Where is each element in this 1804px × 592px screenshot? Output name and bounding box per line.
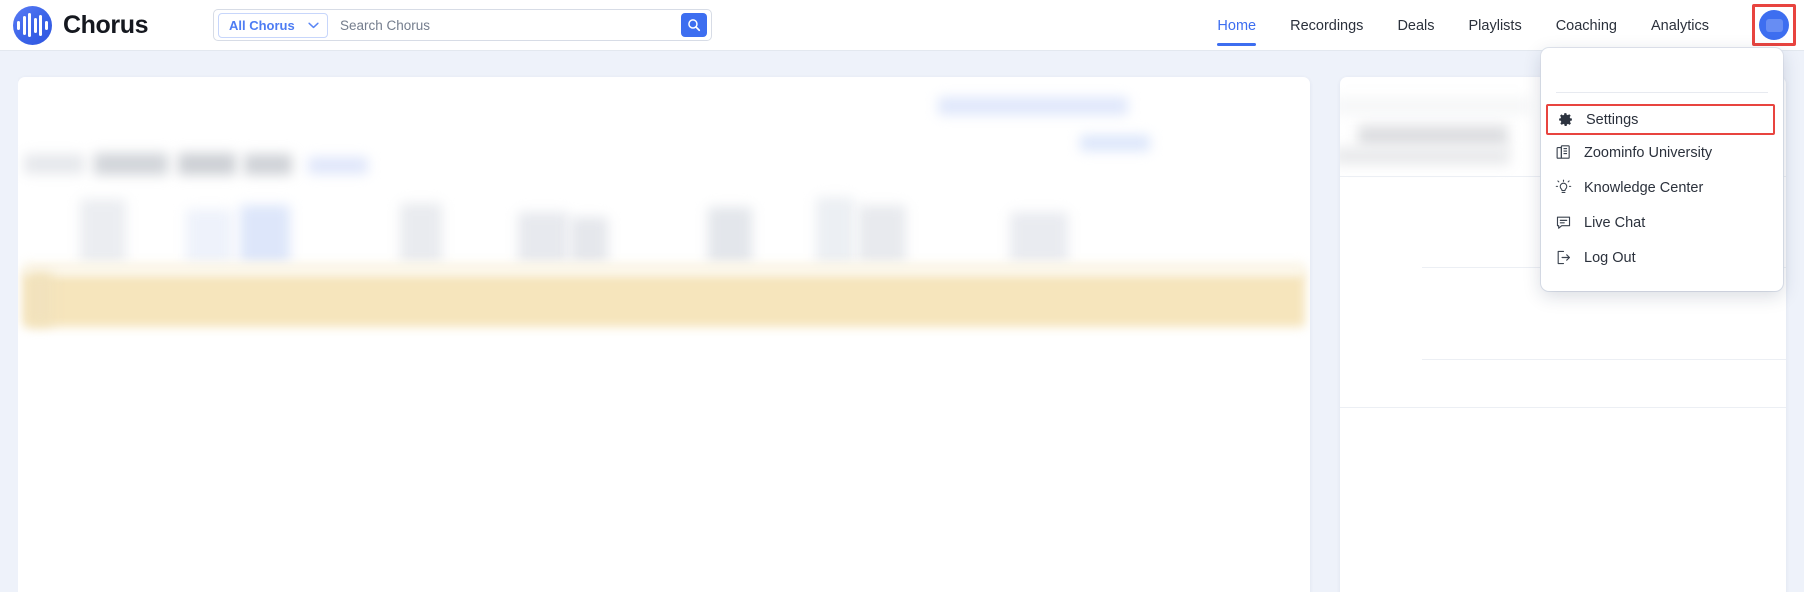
building-icon [1553, 143, 1573, 163]
main-content-panel [18, 77, 1310, 592]
gear-icon [1555, 110, 1575, 130]
nav-item-recordings[interactable]: Recordings [1273, 0, 1380, 51]
search-scope-dropdown[interactable]: All Chorus [218, 12, 328, 38]
logout-icon [1553, 248, 1573, 268]
menu-header-space [1541, 48, 1783, 92]
account-dropdown-menu: Settings Zoominfo University Knowledge C… [1541, 48, 1783, 291]
left-gutter [0, 51, 18, 592]
nav-label: Playlists [1468, 17, 1522, 34]
lightbulb-icon [1553, 178, 1573, 198]
blurred-content-left [18, 77, 1310, 592]
highlighted-row-band [23, 271, 1305, 327]
page-body [0, 51, 1804, 592]
nav-item-deals[interactable]: Deals [1380, 0, 1451, 51]
menu-item-zoominfo-university[interactable]: Zoominfo University [1541, 135, 1783, 170]
search-icon [688, 19, 701, 32]
nav-label: Home [1217, 17, 1257, 34]
nav-label: Coaching [1555, 17, 1617, 34]
user-avatar [1759, 10, 1789, 40]
search-submit-button[interactable] [681, 13, 707, 37]
brand-name: Chorus [63, 10, 149, 39]
menu-item-label: Log Out [1584, 249, 1636, 266]
menu-item-live-chat[interactable]: Live Chat [1541, 205, 1783, 240]
menu-item-knowledge-center[interactable]: Knowledge Center [1541, 170, 1783, 205]
menu-item-label: Knowledge Center [1584, 179, 1704, 196]
main-navigation: Home Recordings Deals Playlists Coaching… [1200, 0, 1726, 51]
search-bar: All Chorus [213, 9, 712, 41]
menu-item-label: Settings [1586, 111, 1639, 128]
nav-item-home[interactable]: Home [1200, 0, 1273, 51]
menu-item-log-out[interactable]: Log Out [1541, 240, 1783, 275]
account-avatar-button[interactable] [1752, 4, 1796, 46]
nav-label: Analytics [1650, 17, 1709, 34]
menu-item-label: Zoominfo University [1584, 144, 1713, 161]
nav-label: Deals [1397, 17, 1435, 34]
chat-bubble-icon [1553, 213, 1573, 233]
chorus-app-window: Chorus All Chorus Home Record [0, 0, 1804, 592]
search-input[interactable] [340, 11, 681, 39]
menu-item-label: Live Chat [1584, 214, 1646, 231]
app-header: Chorus All Chorus Home Record [0, 0, 1804, 51]
nav-item-analytics[interactable]: Analytics [1634, 0, 1726, 51]
chevron-down-icon [308, 22, 319, 28]
brand[interactable]: Chorus [13, 5, 149, 45]
nav-item-playlists[interactable]: Playlists [1452, 0, 1539, 51]
search-scope-label: All Chorus [229, 17, 295, 33]
menu-item-list: Settings Zoominfo University Knowledge C… [1541, 93, 1783, 283]
chorus-waveform-logo-icon [13, 5, 52, 45]
menu-item-settings[interactable]: Settings [1546, 104, 1775, 135]
nav-label: Recordings [1290, 17, 1364, 34]
nav-item-coaching[interactable]: Coaching [1539, 0, 1634, 51]
